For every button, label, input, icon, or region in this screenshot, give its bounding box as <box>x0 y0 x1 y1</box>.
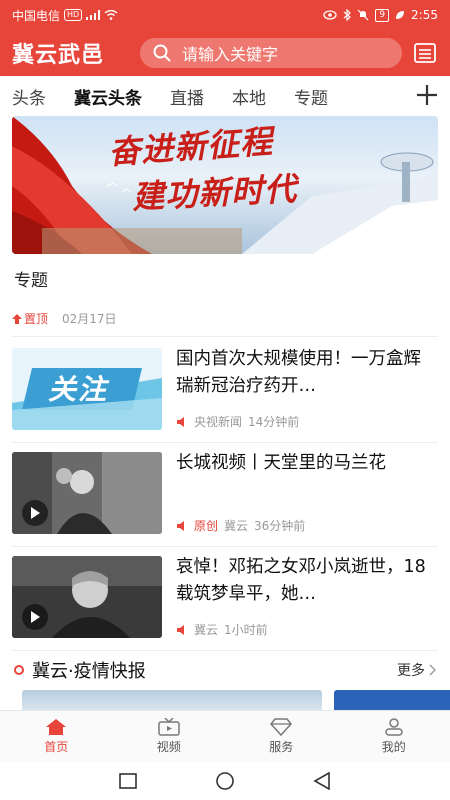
thumb-label: 关注 <box>48 373 109 406</box>
news-thumbnail <box>12 452 162 534</box>
nav-profile-label: 我的 <box>381 740 406 754</box>
system-nav-bar <box>0 762 450 800</box>
news-meta: 冀云 1小时前 <box>176 621 268 638</box>
tab-jiyun-toutiao[interactable]: 冀云头条 <box>74 84 142 109</box>
status-bar: 中国电信 HD 9 2:55 <box>0 0 450 30</box>
play-button[interactable] <box>22 604 48 630</box>
add-channel-icon[interactable] <box>414 82 440 108</box>
news-item[interactable]: 关注 国内首次大规模使用！一万盒辉瑞新冠治疗药开… 央视新闻 14分钟前 <box>12 348 438 430</box>
divider <box>12 336 438 337</box>
bluetooth-icon <box>343 9 352 21</box>
nav-video-label: 视频 <box>156 740 181 754</box>
section-dot-icon <box>14 665 24 675</box>
epidemic-card[interactable] <box>334 690 450 710</box>
mute-icon <box>357 9 369 21</box>
more-link[interactable]: 更多 <box>397 660 436 680</box>
recents-icon[interactable] <box>119 773 137 789</box>
bottom-nav: 首页 视频 服务 我的 <box>0 710 450 762</box>
speaker-icon <box>177 416 184 427</box>
tab-local[interactable]: 本地 <box>232 84 266 109</box>
news-time: 1小时前 <box>224 623 268 637</box>
banner-carousel[interactable]: 奋进新征程 建功新时代 <box>12 116 438 254</box>
hd-badge: HD <box>64 9 83 21</box>
epidemic-title: 冀云·疫情快报 <box>32 661 146 682</box>
news-thumbnail <box>12 556 162 638</box>
banner-headline-2: 建功新时代 <box>131 169 299 217</box>
carrier-label: 中国电信 <box>12 8 61 23</box>
nav-profile[interactable]: 我的 <box>338 711 450 762</box>
app-title: 冀云武邑 <box>12 43 105 68</box>
news-item[interactable]: 长城视频丨天堂里的马兰花 原创 冀云 36分钟前 <box>12 452 438 534</box>
wifi-icon <box>104 10 118 20</box>
clock: 2:55 <box>411 8 438 22</box>
pin-icon <box>12 313 22 324</box>
play-icon <box>31 611 40 623</box>
search-input[interactable]: 请输入关键字 <box>140 38 402 68</box>
news-item[interactable]: 哀悼！邓拓之女邓小岚逝世，18载筑梦阜平，她… 冀云 1小时前 <box>12 556 438 638</box>
back-icon[interactable] <box>313 772 331 790</box>
home-circle-icon[interactable] <box>215 771 235 791</box>
menu-button[interactable] <box>412 40 438 66</box>
user-icon <box>385 718 403 736</box>
battery-icon: 9 <box>375 8 390 22</box>
play-icon <box>31 507 40 519</box>
speaker-icon <box>177 520 184 531</box>
pinned-info: 置顶 02月17日 <box>12 310 117 327</box>
chevron-right-icon <box>429 664 436 676</box>
pinned-tag: 置顶 <box>12 310 48 327</box>
tab-live[interactable]: 直播 <box>170 84 204 109</box>
divider <box>12 442 438 443</box>
nav-home-label: 首页 <box>44 740 69 754</box>
pinned-date: 02月17日 <box>62 312 117 326</box>
news-source: 冀云 <box>224 519 249 533</box>
news-source: 央视新闻 <box>194 415 243 429</box>
app-header: 冀云武邑 请输入关键字 <box>0 30 450 76</box>
news-meta: 原创 冀云 36分钟前 <box>176 517 305 534</box>
nav-service-label: 服务 <box>269 740 294 754</box>
news-time: 36分钟前 <box>254 519 306 533</box>
tv-icon <box>158 718 180 736</box>
nav-service[interactable]: 服务 <box>225 711 338 762</box>
tab-toutiao[interactable]: 头条 <box>12 84 46 109</box>
search-icon <box>153 44 171 62</box>
news-source: 冀云 <box>194 623 219 637</box>
pinned-label: 置顶 <box>24 312 49 326</box>
original-tag: 原创 <box>194 519 219 533</box>
tab-topics[interactable]: 专题 <box>294 84 328 109</box>
play-button[interactable] <box>22 500 48 526</box>
home-icon <box>46 719 67 735</box>
news-title[interactable]: 哀悼！邓拓之女邓小岚逝世，18载筑梦阜平，她… <box>176 554 438 608</box>
eye-icon <box>323 10 337 20</box>
nav-video[interactable]: 视频 <box>113 711 226 762</box>
speaker-icon <box>177 624 184 635</box>
news-title[interactable]: 长城视频丨天堂里的马兰花 <box>176 450 438 477</box>
epidemic-section-header: 冀云·疫情快报 更多 <box>14 658 436 682</box>
signal-icon <box>86 10 101 20</box>
menu-icon <box>414 43 436 63</box>
diamond-icon <box>270 718 293 736</box>
nav-home[interactable]: 首页 <box>0 711 113 762</box>
divider <box>12 546 438 547</box>
news-thumbnail: 关注 <box>12 348 162 430</box>
divider <box>12 650 438 651</box>
news-time: 14分钟前 <box>248 415 300 429</box>
channel-tabs: 头条 冀云头条 直播 本地 专题 <box>0 76 450 116</box>
leaf-icon <box>396 11 405 19</box>
search-placeholder: 请输入关键字 <box>182 45 279 64</box>
section-title: 专题 <box>14 271 48 291</box>
news-meta: 央视新闻 14分钟前 <box>176 413 299 430</box>
news-title[interactable]: 国内首次大规模使用！一万盒辉瑞新冠治疗药开… <box>176 346 438 400</box>
epidemic-card[interactable] <box>22 690 322 710</box>
more-label: 更多 <box>397 663 425 679</box>
